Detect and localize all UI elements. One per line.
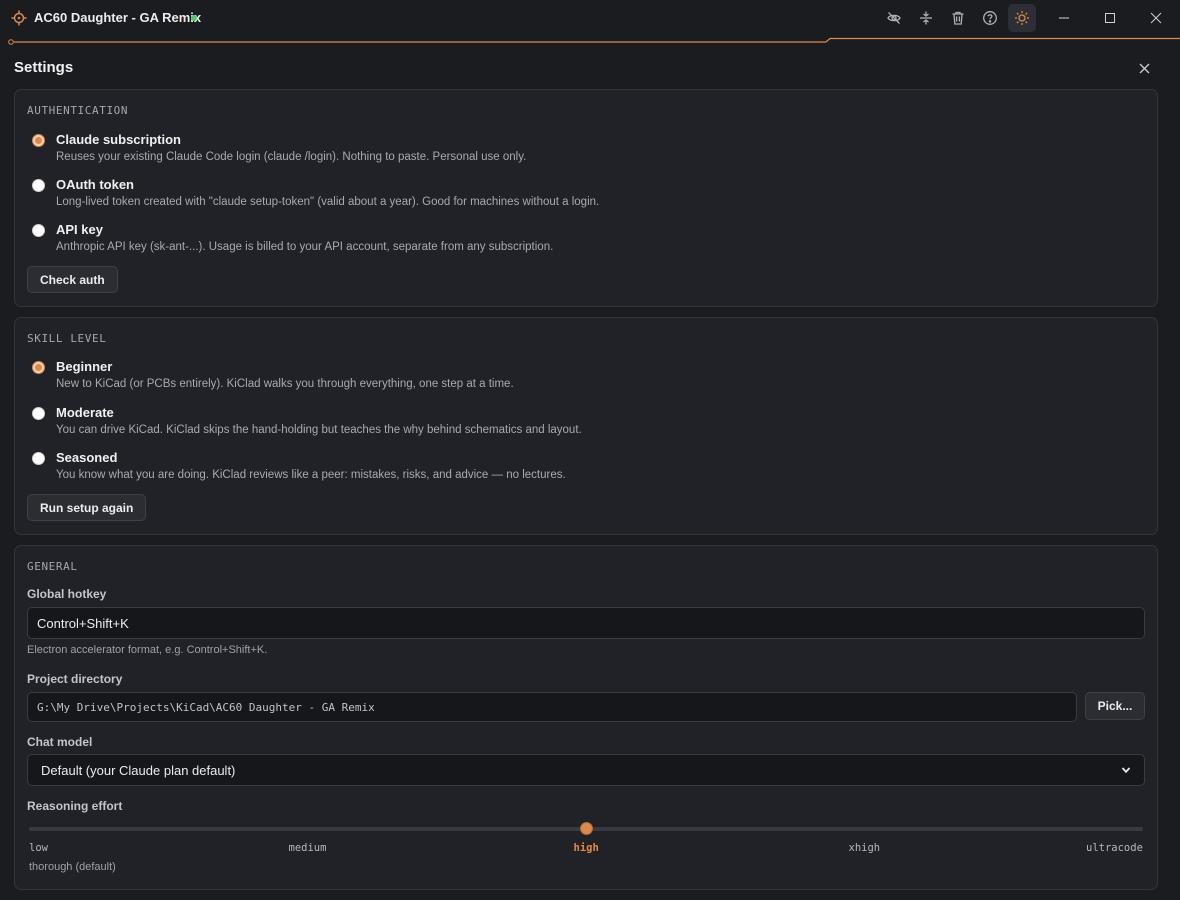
close-icon [1139, 63, 1149, 73]
option-description: Reuses your existing Claude Code login (… [56, 151, 527, 163]
hotkey-hint: Electron accelerator format, e.g. Contro… [27, 644, 268, 656]
close-icon [1150, 12, 1162, 24]
effort-tick-label[interactable]: high [574, 842, 599, 854]
option-label: Moderate [56, 405, 114, 420]
option-description: You can drive KiCad. KiClad skips the ha… [56, 424, 582, 436]
effort-tick-label[interactable]: xhigh [849, 842, 881, 854]
hide-button[interactable] [880, 4, 908, 32]
minimize-icon [1059, 17, 1069, 19]
chat-model-select[interactable]: Default (your Claude plan default) [27, 754, 1145, 786]
check-auth-button[interactable]: Check auth [27, 266, 118, 293]
accent-divider [8, 37, 1180, 45]
general-section: GENERAL Global hotkey Control+Shift+K El… [14, 545, 1158, 890]
help-button[interactable] [976, 4, 1004, 32]
chevron-down-icon [1121, 767, 1131, 774]
hotkey-label: Global hotkey [27, 587, 107, 601]
chat-model-label: Chat model [27, 735, 93, 749]
eye-off-icon [887, 12, 901, 24]
status-indicator [191, 15, 197, 21]
close-window-button[interactable] [1133, 0, 1179, 36]
hotkey-input[interactable]: Control+Shift+K [27, 607, 1145, 639]
section-heading: AUTHENTICATION [27, 104, 129, 117]
chat-model-value: Default (your Claude plan default) [41, 762, 236, 778]
option-description: New to KiCad (or PCBs entirely). KiClad … [56, 378, 514, 390]
radio-button[interactable] [32, 407, 45, 420]
radio-button[interactable] [32, 224, 45, 237]
slider-thumb[interactable] [580, 822, 593, 835]
close-settings-button[interactable] [1134, 58, 1154, 78]
skill-option-beginner[interactable]: Beginner New to KiCad (or PCBs entirely)… [27, 358, 1127, 398]
title-bar: AC60 Daughter - GA Remix [0, 0, 1180, 36]
pick-directory-button[interactable]: Pick... [1085, 692, 1145, 720]
effort-tick-label[interactable]: medium [289, 842, 327, 854]
effort-tick-label[interactable]: low [29, 842, 48, 854]
maximize-icon [1105, 13, 1115, 23]
option-description: Anthropic API key (sk-ant-...). Usage is… [56, 241, 554, 253]
reasoning-effort-label: Reasoning effort [27, 799, 123, 813]
section-heading: SKILL LEVEL [27, 332, 107, 345]
option-label: API key [56, 222, 103, 237]
crosshair-logo-icon [11, 10, 27, 26]
minimize-button[interactable] [1041, 0, 1087, 36]
effort-description: thorough (default) [29, 861, 116, 873]
project-directory-label: Project directory [27, 672, 123, 686]
radio-button[interactable] [32, 134, 45, 147]
option-label: Beginner [56, 359, 113, 374]
skill-option-moderate[interactable]: Moderate You can drive KiCad. KiClad ski… [27, 404, 1127, 444]
page-title: Settings [14, 59, 74, 76]
effort-tick-label[interactable]: ultracode [1086, 842, 1143, 854]
section-heading: GENERAL [27, 560, 78, 573]
trash-icon [952, 11, 964, 25]
option-label: Claude subscription [56, 132, 181, 147]
radio-button[interactable] [32, 179, 45, 192]
auth-option-subscription[interactable]: Claude subscription Reuses your existing… [27, 131, 1127, 171]
project-directory-field[interactable]: G:\My Drive\Projects\KiCad\AC60 Daughter… [27, 692, 1077, 722]
skill-level-section: SKILL LEVEL Beginner New to KiCad (or PC… [14, 317, 1158, 535]
window-title: AC60 Daughter - GA Remix [34, 10, 202, 25]
option-label: Seasoned [56, 450, 118, 465]
compact-button[interactable] [912, 4, 940, 32]
skill-option-seasoned[interactable]: Seasoned You know what you are doing. Ki… [27, 449, 1127, 489]
help-icon [983, 11, 997, 25]
authentication-section: AUTHENTICATION Claude subscription Reuse… [14, 89, 1158, 307]
sun-icon [1015, 11, 1029, 25]
run-setup-again-button[interactable]: Run setup again [27, 494, 147, 521]
radio-button[interactable] [32, 452, 45, 465]
collapse-vertical-icon [920, 11, 932, 25]
auth-option-api-key[interactable]: API key Anthropic API key (sk-ant-...). … [27, 221, 1127, 261]
settings-button[interactable] [1008, 4, 1036, 32]
radio-button[interactable] [32, 361, 45, 374]
maximize-button[interactable] [1087, 0, 1133, 36]
option-label: OAuth token [56, 177, 134, 192]
option-description: Long-lived token created with "claude se… [56, 196, 600, 208]
option-description: You know what you are doing. KiClad revi… [56, 469, 566, 481]
auth-option-oauth[interactable]: OAuth token Long-lived token created wit… [27, 176, 1127, 216]
clear-button[interactable] [944, 4, 972, 32]
